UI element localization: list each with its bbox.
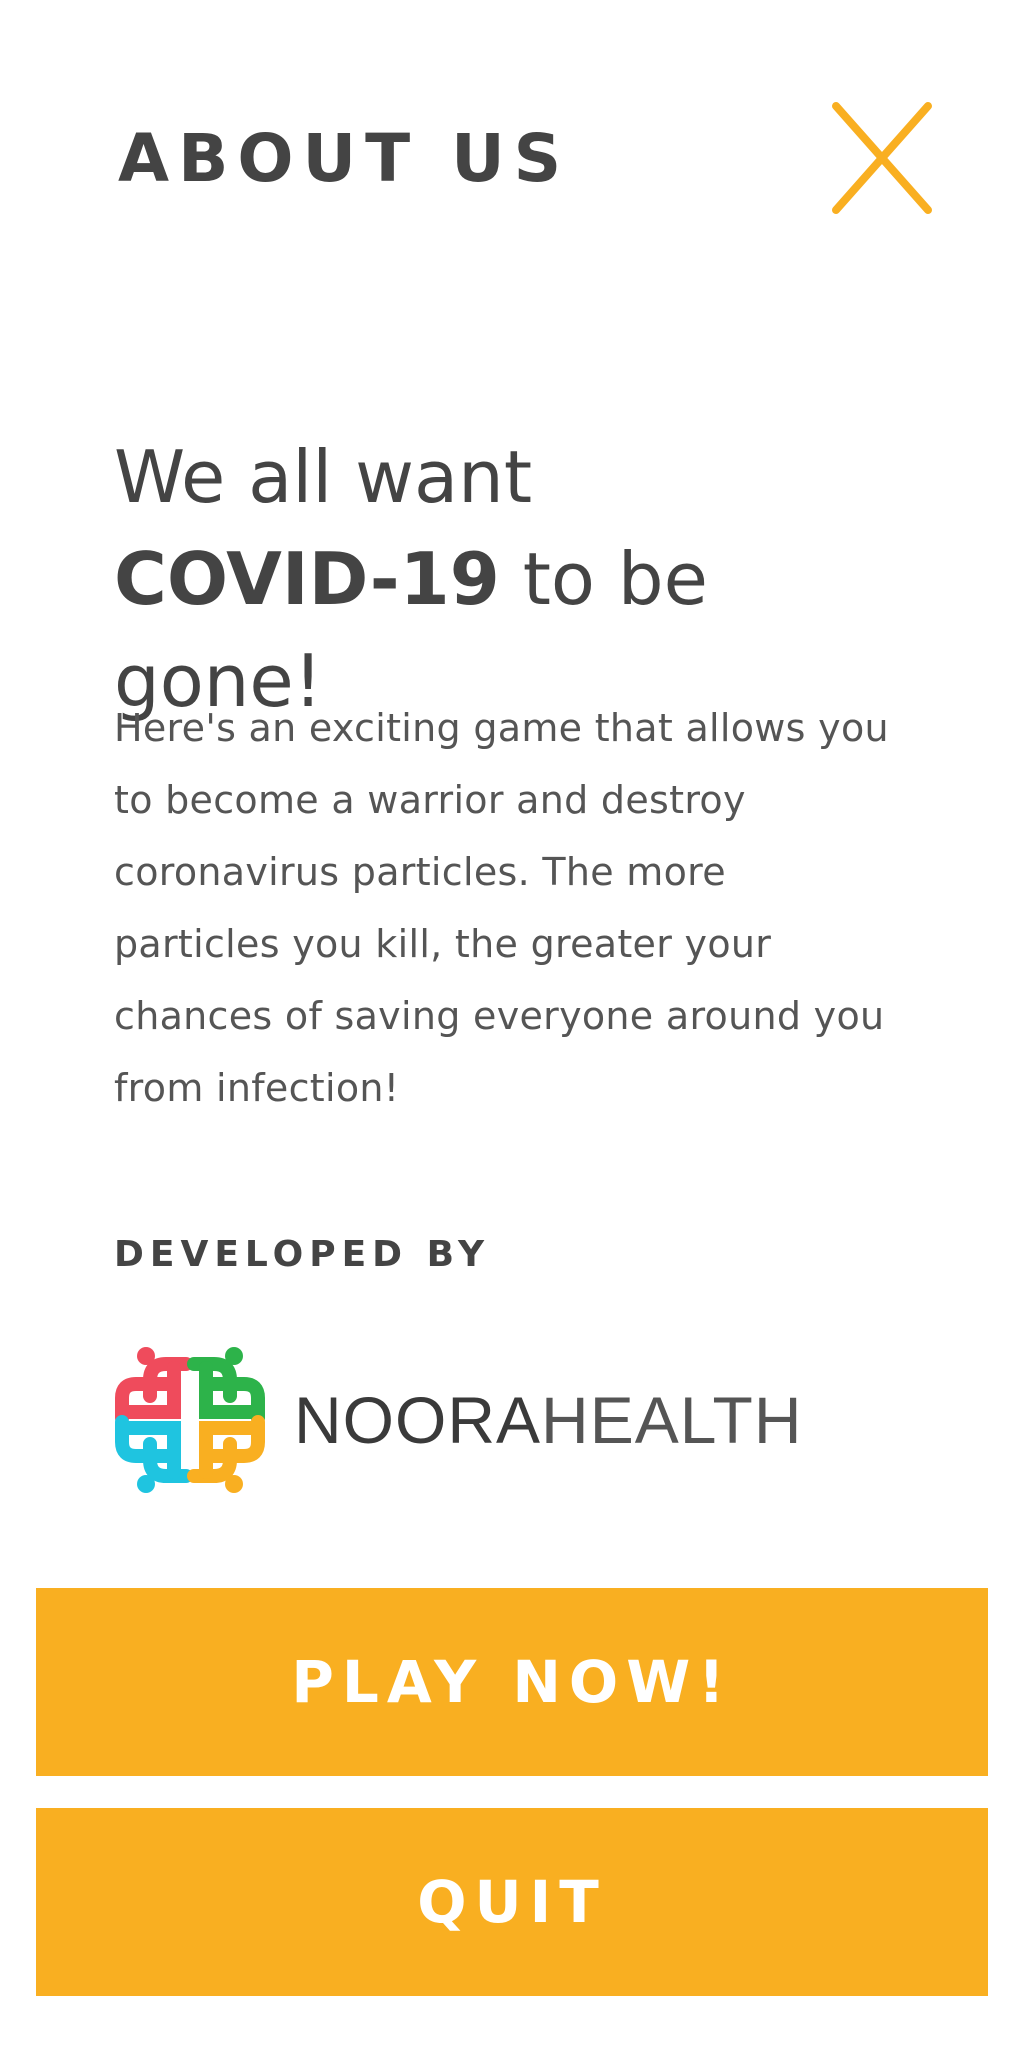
developer-name-part2: HEALTH (541, 1383, 803, 1457)
page-title: ABOUT US (118, 120, 571, 197)
developer-name-part1: NOORA (294, 1383, 542, 1457)
noora-health-logo (115, 1347, 265, 1493)
developed-by-label: DEVELOPED BY (114, 1234, 491, 1275)
description-text: Here's an exciting game that allows you … (114, 706, 889, 1110)
developer-name: NOORAHEALTH (294, 1382, 803, 1458)
headline-line1: We all want (114, 435, 533, 519)
headline-emphasis: COVID-19 (114, 537, 500, 621)
developer-logo: NOORAHEALTH (114, 1334, 803, 1506)
headline: We all want COVID-19 to be gone! (114, 426, 934, 732)
close-button[interactable] (826, 96, 938, 220)
close-icon[interactable] (826, 96, 938, 220)
play-now-button[interactable]: PLAY NOW! (36, 1588, 988, 1776)
quit-button[interactable]: QUIT (36, 1808, 988, 1996)
